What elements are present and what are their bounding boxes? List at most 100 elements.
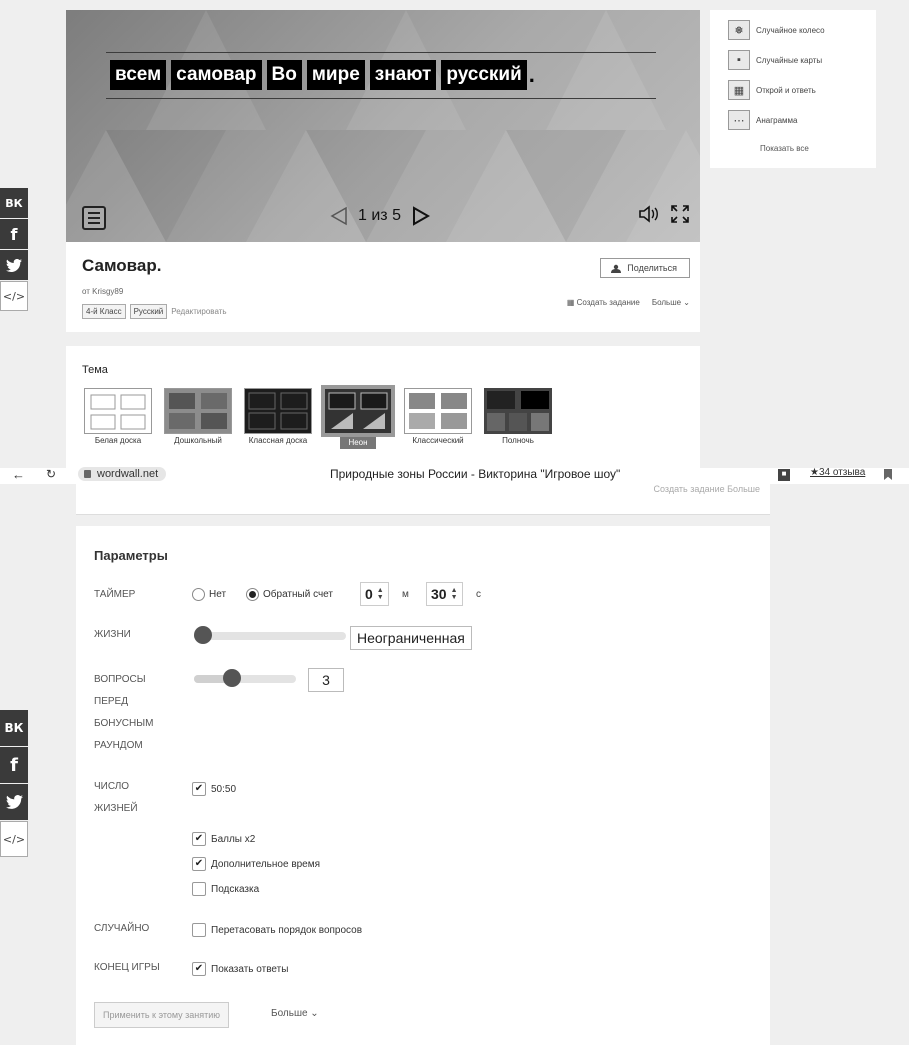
apply-button[interactable]: Применить к этому занятию [94, 1002, 230, 1028]
label-line: БОНУСНЫМ [94, 718, 154, 729]
radio-button[interactable] [246, 588, 259, 601]
lives-value-box: Неограниченная [350, 626, 472, 650]
word-tile[interactable]: всем [110, 60, 167, 90]
activity-info-card: Самовар. от Krisgy89 4-й Класс Русский Р… [66, 242, 700, 332]
side-item-random-wheel[interactable]: ❅ Случайное колесо [728, 20, 876, 40]
reviews-link[interactable]: ★34 отзыва [810, 467, 865, 478]
seconds-stepper[interactable]: 30 ▲ ▼ [426, 582, 463, 606]
activity-author[interactable]: от Krisgy89 [82, 287, 123, 296]
prev-icon[interactable] [328, 206, 348, 226]
theme-option[interactable]: Белая доска [84, 388, 152, 449]
browser-toolbar: ← ↻ wordwall.net Природные зоны России -… [0, 467, 909, 484]
next-icon[interactable] [411, 206, 431, 226]
show-all-link[interactable]: Показать все [760, 144, 876, 153]
bonus-round-slider[interactable] [194, 669, 296, 687]
word-tile[interactable]: самовар [171, 60, 262, 90]
twitter-icon[interactable] [0, 784, 28, 820]
share-button[interactable]: Поделиться [600, 258, 690, 278]
embed-icon[interactable]: </> [0, 281, 28, 311]
stepper-arrows-icon[interactable]: ▲ ▼ [451, 587, 458, 601]
side-item-open-box[interactable]: ▦ Открой и ответь [728, 80, 876, 100]
side-item-random-cards[interactable]: ▪ Случайные карты [728, 50, 876, 70]
create-task-button[interactable]: ▦ Создать задание [567, 298, 640, 307]
slider-knob[interactable] [194, 626, 212, 644]
theme-name: Белая доска [94, 436, 142, 445]
edit-link[interactable]: Редактировать [171, 307, 226, 316]
word-tile[interactable]: Во [266, 60, 302, 90]
label-line: ПЕРЕД [94, 696, 128, 707]
theme-thumbnail [484, 388, 552, 434]
checkbox[interactable]: ✔ [192, 857, 206, 871]
tag-grade[interactable]: 4-й Класс [82, 304, 126, 319]
url-text: wordwall.net [97, 468, 159, 480]
menu-icon[interactable] [82, 206, 106, 230]
checkbox-label: Дополнительное время [211, 858, 321, 870]
powerup-extra-time-checkbox[interactable]: ✔ Дополнительное время [192, 857, 320, 871]
anagram-icon: ⋯ [728, 110, 750, 130]
powerup-double-checkbox[interactable]: ✔ Баллы x2 [192, 832, 255, 846]
minutes-value: 0 [365, 586, 373, 602]
extension-icon[interactable]: ■ [778, 469, 790, 481]
theme-option[interactable]: Неон [321, 385, 395, 449]
theme-option[interactable]: Классная доска [244, 388, 312, 449]
checkbox[interactable] [192, 882, 206, 896]
side-item-anagram[interactable]: ⋯ Анаграмма [728, 110, 876, 130]
theme-thumbnail [244, 388, 312, 434]
shuffle-checkbox[interactable]: Перетасовать порядок вопросов [192, 923, 362, 937]
options-title: Параметры [94, 548, 168, 563]
theme-option[interactable]: Дошкольный [164, 388, 232, 449]
vk-icon[interactable]: ВК [0, 188, 28, 218]
label-line: ЧИСЛО [94, 781, 130, 792]
checkbox[interactable] [192, 923, 206, 937]
sentence-words: всем самовар Во мире знают русский . [110, 60, 535, 90]
options-panel: Параметры ТАЙМЕР Нет Обратный счет 0 ▲ ▼ … [76, 526, 770, 1045]
ghost-actions: Создать задание Больше [653, 484, 760, 494]
fullscreen-icon[interactable] [670, 204, 690, 224]
activity-info-card-bottom: Создать задание Больше [76, 484, 770, 515]
back-arrow-icon[interactable]: ← [12, 467, 25, 482]
twitter-icon[interactable] [0, 250, 28, 280]
tag-subject[interactable]: Русский [129, 304, 168, 319]
theme-name: Дошкольный [174, 436, 222, 445]
stepper-arrows-icon[interactable]: ▲ ▼ [377, 587, 384, 601]
reload-icon[interactable]: ↻ [46, 467, 56, 481]
theme-thumbnail [404, 388, 472, 434]
address-bar[interactable]: wordwall.net [78, 467, 167, 481]
timer-countdown-radio[interactable]: Обратный счет [246, 588, 333, 601]
theme-option[interactable]: Полночь [484, 388, 552, 449]
theme-option[interactable]: Классический [404, 388, 472, 449]
checkbox[interactable]: ✔ [192, 832, 206, 846]
embed-icon[interactable]: </> [0, 821, 28, 857]
minutes-stepper[interactable]: 0 ▲ ▼ [360, 582, 389, 606]
end-game-label: КОНЕЦ ИГРЫ [94, 962, 160, 973]
more-dropdown[interactable]: Больше ⌄ [271, 1008, 319, 1019]
word-tile[interactable]: русский [441, 60, 527, 90]
word-tile[interactable]: знают [369, 60, 437, 90]
facebook-icon[interactable]: f [0, 747, 28, 783]
browser-page-title: Природные зоны России - Викторина "Игров… [330, 467, 621, 481]
sentence-top-line [106, 52, 656, 53]
radio-button[interactable] [192, 588, 205, 601]
label-line: ВОПРОСЫ [94, 674, 146, 685]
word-tile[interactable]: мире [306, 60, 365, 90]
facebook-icon[interactable]: f [0, 219, 28, 249]
timer-none-radio[interactable]: Нет [192, 588, 226, 601]
activity-title: Самовар. [82, 256, 162, 275]
sound-icon[interactable] [638, 205, 660, 223]
grid-icon: ▦ [728, 80, 750, 100]
lives-slider[interactable] [194, 626, 346, 644]
bookmark-icon[interactable] [884, 469, 892, 480]
activity-actions: ▦ Создать задание Больше ⌄ [567, 298, 690, 307]
show-answers-checkbox[interactable]: ✔ Показать ответы [192, 962, 288, 976]
lock-icon [84, 470, 91, 478]
more-dropdown[interactable]: Больше ⌄ [652, 298, 690, 307]
checkbox[interactable]: ✔ [192, 782, 206, 796]
vk-icon[interactable]: ВК [0, 710, 28, 746]
powerups-label: ЧИСЛО ЖИЗНЕЙ [94, 776, 138, 820]
checkbox[interactable]: ✔ [192, 962, 206, 976]
powerup-5050-checkbox[interactable]: ✔ 50:50 [192, 782, 236, 796]
timer-label: ТАЙМЕР [94, 589, 136, 600]
powerup-hint-checkbox[interactable]: Подсказка [192, 882, 259, 896]
radio-label: Обратный счет [263, 589, 333, 600]
slider-knob[interactable] [223, 669, 242, 687]
